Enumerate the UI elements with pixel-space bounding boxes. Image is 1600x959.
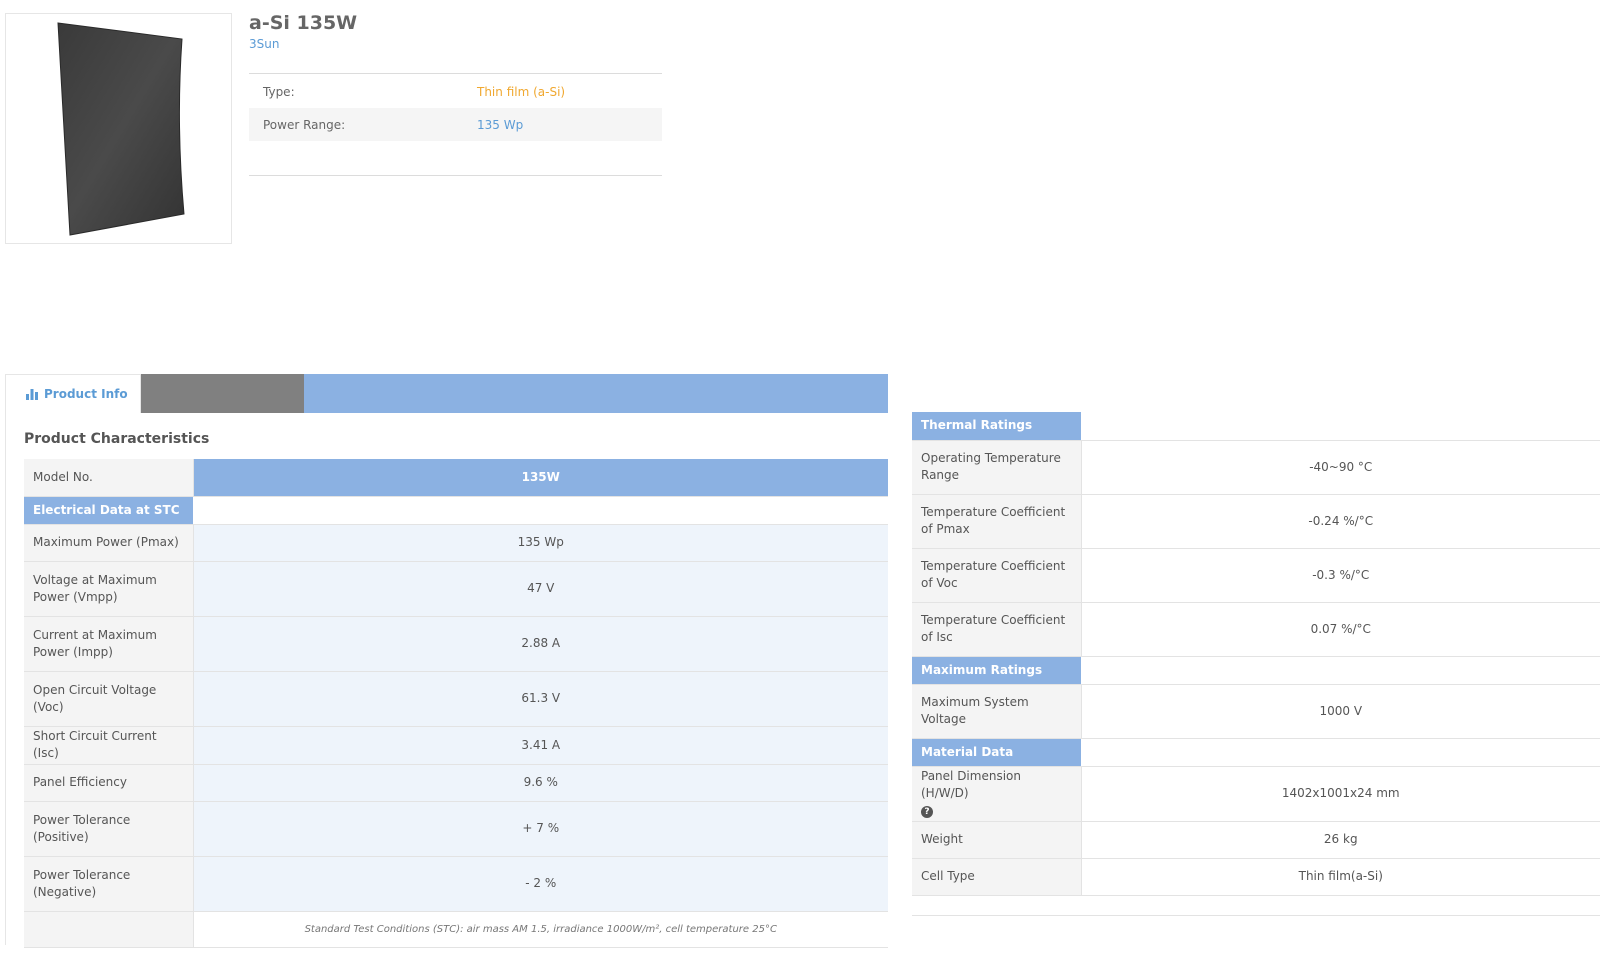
table-row: Open Circuit Voltage (Voc) 61.3 V — [24, 671, 888, 727]
stc-note: Standard Test Conditions (STC): air mass… — [193, 911, 888, 948]
tab-product-info[interactable]: Product Info — [5, 374, 141, 413]
bar-chart-icon — [26, 389, 38, 400]
table-row: Maximum Power (Pmax) 135 Wp — [24, 524, 888, 562]
row-value: 135 Wp — [193, 524, 888, 562]
table-section-header: Maximum Ratings — [912, 656, 1600, 685]
table-row: Panel Dimension (H/W/D) ? 1402x1001x24 m… — [912, 766, 1600, 822]
row-label: Temperature Coefficient of Voc — [912, 548, 1082, 603]
row-label: Current at Maximum Power (Impp) — [24, 616, 194, 672]
model-label: Model No. — [24, 459, 194, 497]
row-value: -40~90 °C — [1081, 440, 1600, 495]
row-label: Temperature Coefficient of Isc — [912, 602, 1082, 657]
row-label: Weight — [912, 821, 1082, 859]
row-label: Maximum Power (Pmax) — [24, 524, 194, 562]
product-brand-link[interactable]: 3Sun — [249, 37, 279, 51]
summary-row-type: Type: Thin film (a-Si) — [249, 75, 662, 108]
row-value: - 2 % — [193, 856, 888, 912]
row-label: Short Circuit Current (Isc) — [24, 726, 194, 765]
row-value: 61.3 V — [193, 671, 888, 727]
characteristics-table: Model No. 135W Electrical Data at STC Ma… — [24, 459, 888, 948]
panel-border — [5, 413, 6, 945]
row-value: 3.41 A — [193, 726, 888, 765]
maximum-header: Maximum Ratings — [912, 656, 1081, 685]
table-row: Cell Type Thin film(a-Si) — [912, 858, 1600, 896]
tab-inactive[interactable] — [141, 374, 304, 413]
section-title: Product Characteristics — [24, 431, 210, 447]
row-label: Panel Efficiency — [24, 764, 194, 802]
table-row: Temperature Coefficient of Isc 0.07 %/°C — [912, 602, 1600, 657]
ratings-table: Thermal Ratings Operating Temperature Ra… — [912, 412, 1600, 896]
row-label: Power Tolerance (Negative) — [24, 856, 194, 912]
table-section-header: Material Data — [912, 738, 1600, 767]
table-section-header: Thermal Ratings — [912, 412, 1600, 441]
summary-value-power[interactable]: 135 Wp — [477, 118, 523, 132]
table-row: Weight 26 kg — [912, 821, 1600, 859]
product-summary: Type: Thin film (a-Si) Power Range: 135 … — [249, 73, 662, 176]
row-label: Maximum System Voltage — [912, 684, 1082, 739]
row-value: Thin film(a-Si) — [1081, 858, 1600, 896]
row-label: Temperature Coefficient of Pmax — [912, 494, 1082, 549]
table-row: Model No. 135W — [24, 459, 888, 497]
summary-label: Type: — [263, 85, 295, 99]
dimension-label: Panel Dimension (H/W/D) — [921, 769, 1021, 800]
table-row: Voltage at Maximum Power (Vmpp) 47 V — [24, 561, 888, 617]
table-row: Temperature Coefficient of Voc -0.3 %/°C — [912, 548, 1600, 603]
table-row: Maximum System Voltage 1000 V — [912, 684, 1600, 739]
row-label: Panel Dimension (H/W/D) ? — [912, 766, 1082, 822]
solar-panel-image — [57, 22, 185, 236]
model-value: 135W — [193, 459, 888, 497]
table-row: Panel Efficiency 9.6 % — [24, 764, 888, 802]
row-value: -0.24 %/°C — [1081, 494, 1600, 549]
table-row: Temperature Coefficient of Pmax -0.24 %/… — [912, 494, 1600, 549]
product-image — [5, 13, 232, 244]
divider — [912, 915, 1600, 916]
table-row: Current at Maximum Power (Impp) 2.88 A — [24, 616, 888, 672]
material-header: Material Data — [912, 738, 1081, 767]
row-value: 26 kg — [1081, 821, 1600, 859]
tab-label: Product Info — [44, 387, 128, 401]
row-value: 1000 V — [1081, 684, 1600, 739]
row-value: 0.07 %/°C — [1081, 602, 1600, 657]
row-label: Power Tolerance (Positive) — [24, 801, 194, 857]
product-title: a-Si 135W — [249, 12, 358, 34]
summary-row-power: Power Range: 135 Wp — [249, 108, 662, 141]
row-label: Voltage at Maximum Power (Vmpp) — [24, 561, 194, 617]
table-section-header: Electrical Data at STC — [24, 496, 888, 525]
row-value: + 7 % — [193, 801, 888, 857]
row-label: Operating Temperature Range — [912, 440, 1082, 495]
summary-label: Power Range: — [263, 118, 346, 132]
table-row: Short Circuit Current (Isc) 3.41 A — [24, 726, 888, 765]
row-value: 1402x1001x24 mm — [1081, 766, 1600, 822]
row-value: 9.6 % — [193, 764, 888, 802]
tab-bar: Product Info — [5, 374, 888, 413]
question-circle-icon[interactable]: ? — [921, 806, 933, 818]
electrical-header: Electrical Data at STC — [24, 496, 193, 525]
row-value: -0.3 %/°C — [1081, 548, 1600, 603]
row-label: Cell Type — [912, 858, 1082, 896]
row-value: 2.88 A — [193, 616, 888, 672]
summary-value-type[interactable]: Thin film (a-Si) — [477, 85, 565, 99]
table-row: Operating Temperature Range -40~90 °C — [912, 440, 1600, 495]
thermal-header: Thermal Ratings — [912, 412, 1081, 441]
table-row: Power Tolerance (Negative) - 2 % — [24, 856, 888, 912]
table-row: Standard Test Conditions (STC): air mass… — [24, 911, 888, 948]
row-label: Open Circuit Voltage (Voc) — [24, 671, 194, 727]
row-value: 47 V — [193, 561, 888, 617]
table-row: Power Tolerance (Positive) + 7 % — [24, 801, 888, 857]
